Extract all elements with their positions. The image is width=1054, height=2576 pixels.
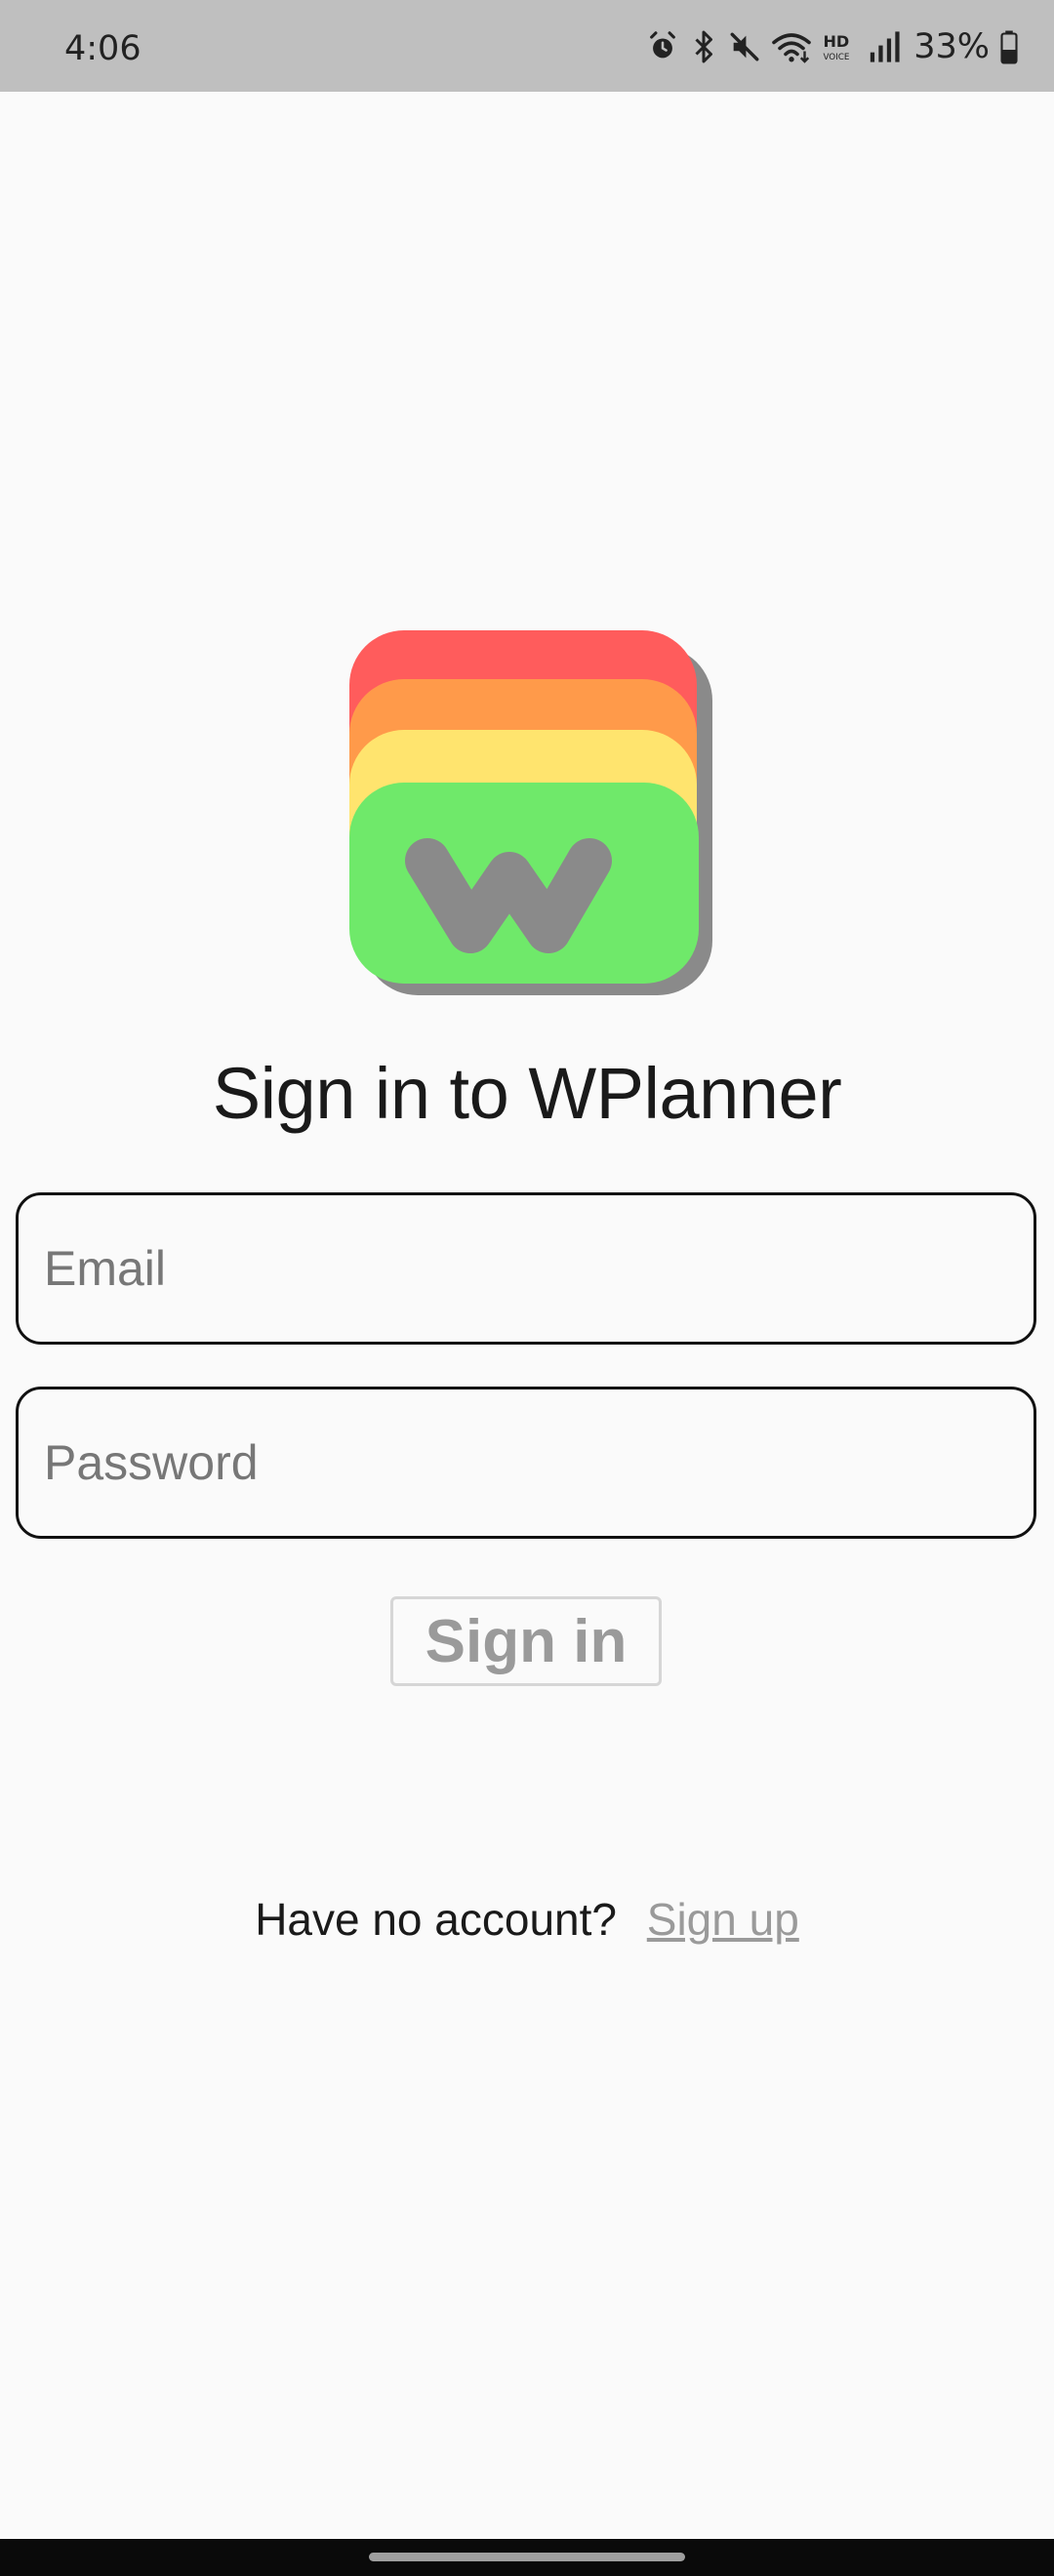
- password-field[interactable]: [16, 1387, 1036, 1539]
- bluetooth-icon: [695, 30, 713, 63]
- signup-link[interactable]: Sign up: [647, 1894, 799, 1945]
- svg-text:VOICE: VOICE: [824, 53, 850, 62]
- alarm-icon: [650, 31, 676, 59]
- no-account-text: Have no account?: [255, 1894, 617, 1945]
- email-input[interactable]: [44, 1195, 1000, 1342]
- wifi-icon: [772, 33, 812, 63]
- email-field[interactable]: [16, 1192, 1036, 1345]
- signin-button[interactable]: Sign in: [390, 1596, 662, 1686]
- navigation-bar: [0, 2539, 1054, 2576]
- status-time: 4:06: [64, 29, 142, 68]
- signup-row: Have no account? Sign up: [0, 1893, 1054, 1946]
- battery-percent: 33%: [913, 27, 990, 66]
- mute-icon: [730, 32, 759, 61]
- status-bar: 4:06 HD VOICE 33%: [0, 0, 1054, 92]
- page-title: Sign in to WPlanner: [212, 1053, 842, 1134]
- home-indicator[interactable]: [369, 2553, 685, 2561]
- password-input[interactable]: [44, 1389, 1000, 1536]
- svg-text:HD: HD: [824, 32, 850, 51]
- signal-icon: [871, 31, 900, 62]
- battery-icon: [1000, 30, 1018, 64]
- wplanner-logo: [349, 630, 712, 995]
- hd-voice-icon: HD VOICE: [824, 32, 850, 62]
- status-icons: HD VOICE 33%: [646, 25, 1019, 68]
